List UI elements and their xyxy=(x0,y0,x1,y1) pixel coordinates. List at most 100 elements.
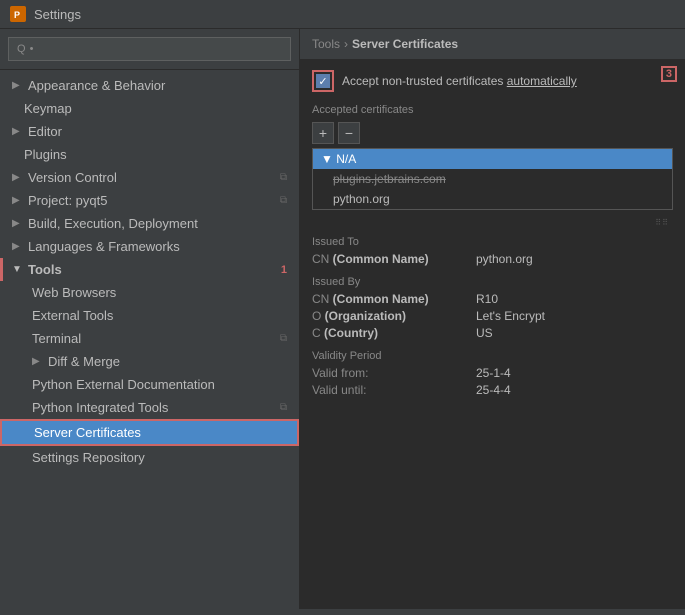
sidebar-item-label: Server Certificates xyxy=(34,425,285,440)
cert-name: plugins.jetbrains.com xyxy=(333,172,446,186)
copy-icon: ⧉ xyxy=(280,402,287,413)
sidebar-item-external-tools[interactable]: External Tools xyxy=(0,304,299,327)
detail-value-cn: python.org xyxy=(476,252,533,266)
checkmark-icon: ✓ xyxy=(318,75,327,88)
chevron-right-icon: ▶ xyxy=(12,126,22,137)
add-cert-button[interactable]: + xyxy=(312,122,334,144)
detail-row-valid-from: Valid from: 25-1-4 xyxy=(312,366,673,380)
sidebar-item-version-control[interactable]: ▶ Version Control ⧉ xyxy=(0,166,299,189)
chevron-right-icon: ▶ xyxy=(12,195,22,206)
chevron-right-icon: ▶ xyxy=(12,241,22,252)
sidebar-item-label: Diff & Merge xyxy=(48,354,287,369)
search-box[interactable]: Q • xyxy=(0,29,299,70)
main-layout: Q • ▶ Appearance & Behavior Keymap ▶ Edi… xyxy=(0,29,685,609)
chevron-down-icon: ▼ xyxy=(12,264,22,275)
accept-certs-row: ✓ Accept non-trusted certificates automa… xyxy=(312,70,673,92)
sidebar-item-tools[interactable]: ▼ Tools 1 xyxy=(0,258,299,281)
breadcrumb-parent: Tools xyxy=(312,37,340,51)
cert-item-jetbrains[interactable]: plugins.jetbrains.com xyxy=(313,169,672,189)
detail-key-cn: CN (Common Name) xyxy=(312,252,472,266)
sidebar-item-editor[interactable]: ▶ Editor xyxy=(0,120,299,143)
right-panel: Tools › Server Certificates ✓ Accept non… xyxy=(300,29,685,609)
sidebar-item-settings-repo[interactable]: Settings Repository xyxy=(0,446,299,469)
detail-value-valid-until: 25-4-4 xyxy=(476,383,511,397)
search-input[interactable] xyxy=(37,42,282,56)
detail-row-valid-until: Valid until: 25-4-4 xyxy=(312,383,673,397)
search-icon: Q xyxy=(17,43,26,55)
breadcrumb: Tools › Server Certificates xyxy=(300,29,685,60)
sidebar-item-label: Settings Repository xyxy=(32,450,287,465)
right-content: ✓ Accept non-trusted certificates automa… xyxy=(300,60,685,609)
copy-icon: ⧉ xyxy=(280,195,287,206)
sidebar-item-appearance[interactable]: ▶ Appearance & Behavior xyxy=(0,74,299,97)
chevron-right-icon: ▶ xyxy=(12,80,22,91)
detail-value-by-cn: R10 xyxy=(476,292,498,306)
copy-icon: ⧉ xyxy=(280,172,287,183)
sidebar-item-plugins[interactable]: Plugins xyxy=(0,143,299,166)
detail-value-by-o: Let's Encrypt xyxy=(476,309,545,323)
sidebar-item-label: Python External Documentation xyxy=(32,377,287,392)
chevron-right-icon: ▶ xyxy=(12,218,22,229)
issued-by-label: Issued By xyxy=(312,276,673,288)
sidebar-item-terminal[interactable]: Terminal ⧉ xyxy=(0,327,299,350)
cert-item-python[interactable]: python.org xyxy=(313,189,672,209)
resize-handle[interactable]: ⠿⠿ xyxy=(312,218,673,226)
breadcrumb-separator: › xyxy=(344,37,348,51)
sidebar-item-label: External Tools xyxy=(32,308,287,323)
detail-key-by-c: C (Country) xyxy=(312,326,472,340)
badge-3: 3 xyxy=(661,66,677,82)
detail-key-valid-from: Valid from: xyxy=(312,366,472,380)
detail-key-cn-bold: (Common Name) xyxy=(333,252,429,266)
app-title: Settings xyxy=(34,7,81,22)
badge-1: 1 xyxy=(281,264,287,276)
sidebar-item-python-int-tools[interactable]: Python Integrated Tools ⧉ xyxy=(0,396,299,419)
detail-value-by-c: US xyxy=(476,326,493,340)
sidebar-item-label: Terminal xyxy=(32,331,274,346)
sidebar-item-languages[interactable]: ▶ Languages & Frameworks xyxy=(0,235,299,258)
cert-group-header[interactable]: ▼ N/A xyxy=(313,149,672,169)
sidebar-item-label: Python Integrated Tools xyxy=(32,400,274,415)
detail-row-by-o: O (Organization) Let's Encrypt xyxy=(312,309,673,323)
sidebar-item-diff-merge[interactable]: ▶ Diff & Merge xyxy=(0,350,299,373)
cert-list: ▼ N/A plugins.jetbrains.com python.org xyxy=(312,148,673,210)
sidebar-item-web-browsers[interactable]: Web Browsers xyxy=(0,281,299,304)
cert-details: Issued To CN (Common Name) python.org Is… xyxy=(312,236,673,397)
copy-icon: ⧉ xyxy=(280,333,287,344)
sidebar-item-python-ext-doc[interactable]: Python External Documentation xyxy=(0,373,299,396)
detail-key-by-o: O (Organization) xyxy=(312,309,472,323)
detail-key-valid-until: Valid until: xyxy=(312,383,472,397)
sidebar-item-label: Web Browsers xyxy=(32,285,287,300)
validity-label: Validity Period xyxy=(312,350,673,362)
titlebar: P Settings xyxy=(0,0,685,29)
sidebar-item-label: Appearance & Behavior xyxy=(28,78,287,93)
detail-key-by-cn-bold: (Common Name) xyxy=(333,292,429,306)
chevron-right-icon: ▶ xyxy=(12,172,22,183)
detail-row-cn: CN (Common Name) python.org xyxy=(312,252,673,266)
cert-toolbar: + − xyxy=(312,122,673,144)
detail-key-by-cn: CN (Common Name) xyxy=(312,292,472,306)
sidebar-item-project[interactable]: ▶ Project: pyqt5 ⧉ xyxy=(0,189,299,212)
issued-to-label: Issued To xyxy=(312,236,673,248)
detail-row-by-c: C (Country) US xyxy=(312,326,673,340)
sidebar-item-label: Version Control xyxy=(28,170,117,185)
svg-text:P: P xyxy=(14,10,20,20)
sidebar-item-label: Build, Execution, Deployment xyxy=(28,216,287,231)
sidebar-item-build[interactable]: ▶ Build, Execution, Deployment xyxy=(0,212,299,235)
checkbox-wrapper: ✓ xyxy=(312,70,334,92)
detail-key-by-o-bold: (Organization) xyxy=(325,309,406,323)
remove-cert-button[interactable]: − xyxy=(338,122,360,144)
detail-row-by-cn: CN (Common Name) R10 xyxy=(312,292,673,306)
breadcrumb-current: Server Certificates xyxy=(352,37,458,51)
sidebar-item-keymap[interactable]: Keymap xyxy=(0,97,299,120)
chevron-right-icon: ▶ xyxy=(32,356,42,367)
accept-certs-checkbox[interactable]: ✓ xyxy=(316,74,330,88)
sidebar-item-label: Editor xyxy=(28,124,287,139)
cert-group-label: ▼ N/A xyxy=(321,152,356,166)
search-wrapper: Q • xyxy=(8,37,291,61)
sidebar-item-server-certs[interactable]: Server Certificates 2 xyxy=(0,419,299,446)
left-panel: Q • ▶ Appearance & Behavior Keymap ▶ Edi… xyxy=(0,29,300,609)
sidebar-item-label: Keymap xyxy=(24,101,287,116)
cert-name: python.org xyxy=(333,192,390,206)
app-logo: P xyxy=(10,6,26,22)
sidebar-item-label: Project: pyqt5 xyxy=(28,193,108,208)
